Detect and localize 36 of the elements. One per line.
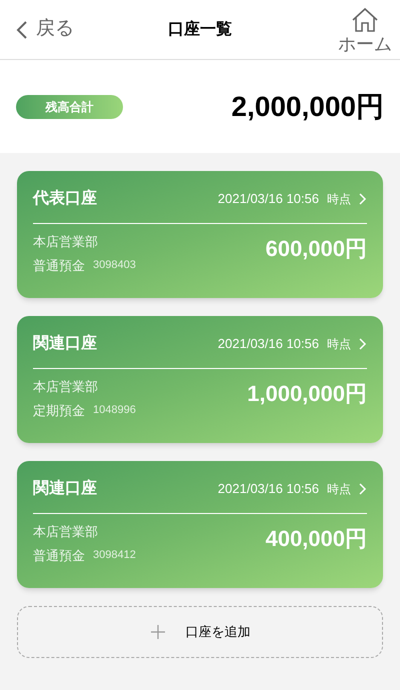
account-name: 代表口座 xyxy=(33,188,97,209)
account-number: 1048996 xyxy=(93,403,136,418)
timestamp: 2021/03/16 10:56 xyxy=(218,190,319,208)
account-amount: 600,000円 xyxy=(265,235,367,263)
branch-name: 本店営業部 xyxy=(33,233,99,251)
account-type: 普通預金 xyxy=(33,546,85,564)
account-amount: 400,000円 xyxy=(265,525,367,553)
account-type: 定期預金 xyxy=(33,402,85,420)
timestamp-suffix: 時点 xyxy=(327,191,351,208)
timestamp: 2021/03/16 10:56 xyxy=(218,335,319,354)
page-title: 口座一覧 xyxy=(168,19,232,40)
chevron-right-icon xyxy=(359,483,367,495)
chevron-right-icon xyxy=(359,338,367,350)
account-amount: 1,000,000円 xyxy=(247,380,367,408)
add-account-button[interactable]: 口座を追加 xyxy=(17,606,383,658)
timestamp-suffix: 時点 xyxy=(327,336,351,353)
branch-name: 本店営業部 xyxy=(33,523,99,541)
account-number: 3098403 xyxy=(93,258,136,273)
back-button[interactable]: 戻る xyxy=(16,15,74,44)
account-card[interactable]: 関連口座 2021/03/16 10:56 時点 本店営業部 普通預金 3098412 400,000円 xyxy=(17,461,383,588)
plus-icon xyxy=(150,624,166,640)
account-type: 普通預金 xyxy=(33,256,85,274)
account-number: 3098412 xyxy=(93,548,136,563)
total-amount: 2,000,000円 xyxy=(231,90,384,124)
home-button[interactable]: ホーム xyxy=(338,6,392,52)
chevron-left-icon xyxy=(16,20,28,40)
timestamp: 2021/03/16 10:56 xyxy=(218,480,319,498)
account-name: 関連口座 xyxy=(33,478,97,499)
branch-name: 本店営業部 xyxy=(33,378,99,396)
chevron-right-icon xyxy=(359,193,367,205)
total-label: 残高合計 xyxy=(16,94,123,118)
account-card[interactable]: 関連口座 2021/03/16 10:56 時点 本店営業部 定期預金 1048996 1,000,000円 xyxy=(17,316,383,443)
account-card[interactable]: 代表口座 2021/03/16 10:56 時点 本店営業部 普通預金 3098403 600,000円 xyxy=(17,171,383,298)
timestamp-suffix: 時点 xyxy=(327,481,351,498)
account-name: 関連口座 xyxy=(33,333,97,354)
home-icon xyxy=(350,6,379,32)
